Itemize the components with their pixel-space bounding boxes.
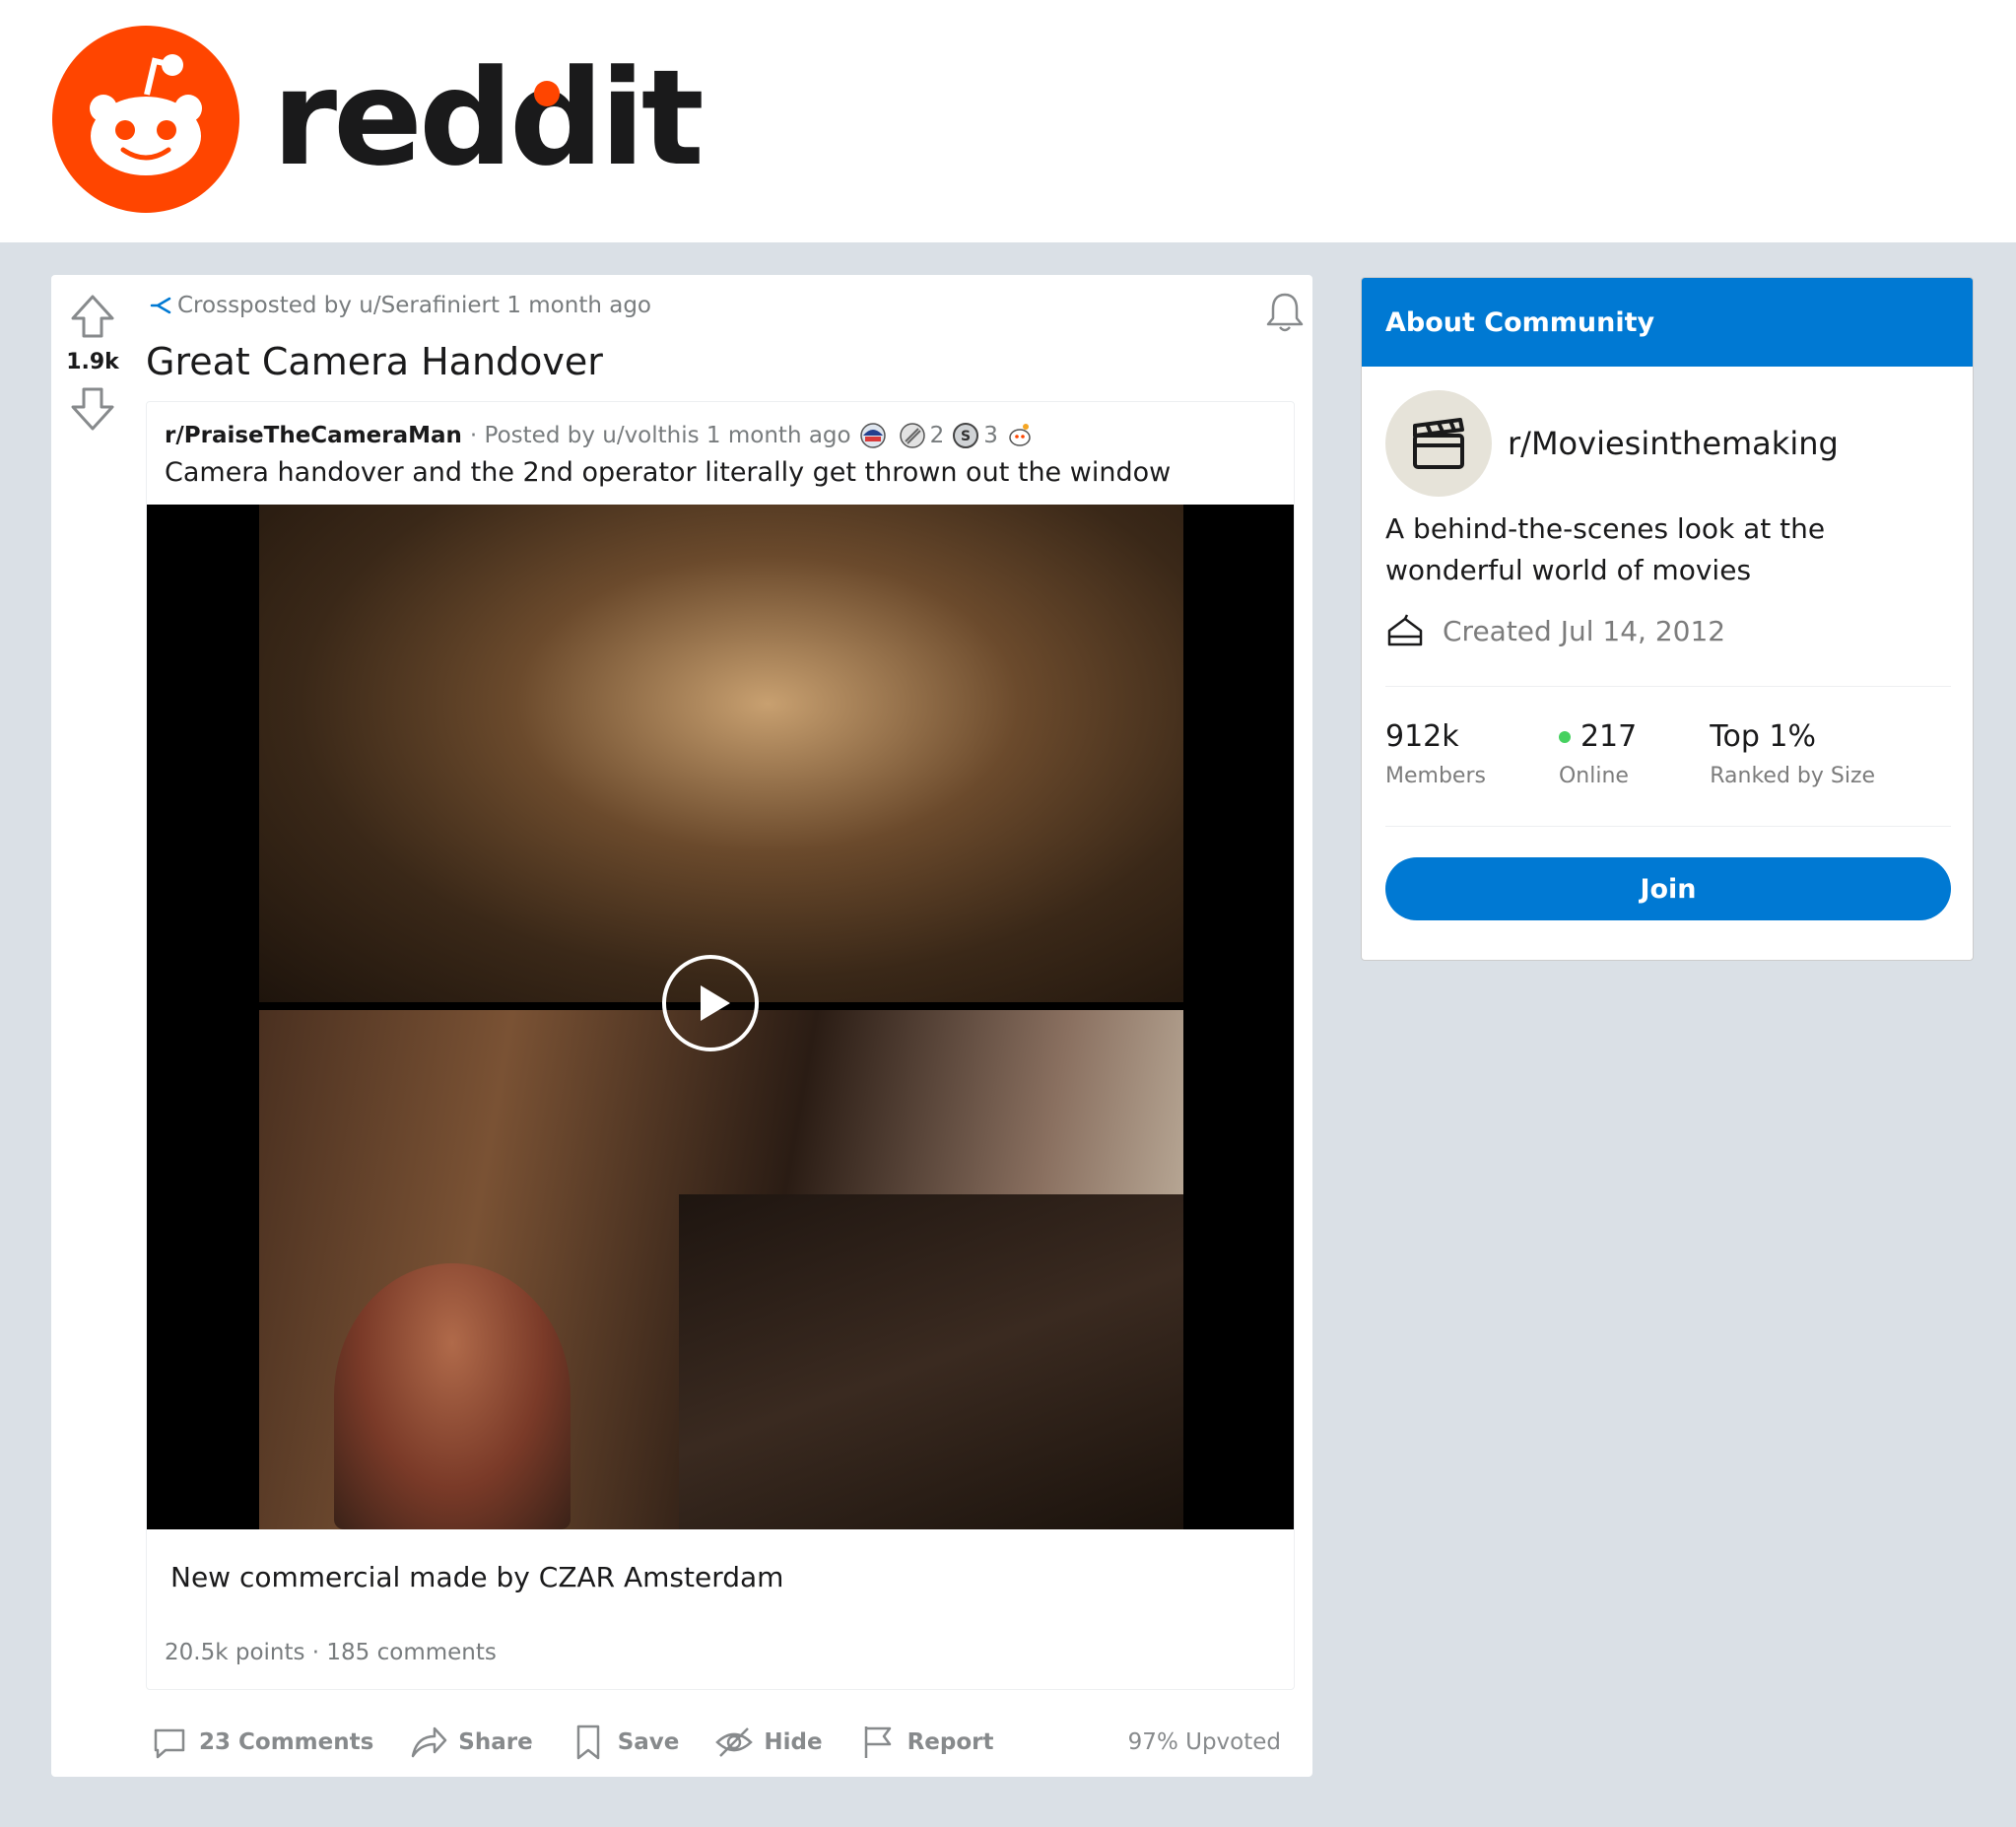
comments-button[interactable]: 23 Comments	[150, 1723, 373, 1762]
reddit-wordmark[interactable]: reddit	[272, 39, 705, 197]
award-helmet[interactable]	[859, 422, 891, 449]
vote-count: 1.9k	[66, 350, 119, 374]
report-button[interactable]: Report	[858, 1723, 994, 1762]
about-community-widget: About Community r/Moviesinthemaking A be…	[1361, 277, 1974, 961]
post-card[interactable]: 1.9k Crossposted by u/Serafiniert 1 mont…	[51, 275, 1312, 1777]
join-button[interactable]: Join	[1385, 857, 1951, 920]
stat-rank: Top 1% Ranked by Size	[1710, 719, 1876, 788]
original-post-stats[interactable]: 20.5k points · 185 comments	[165, 1640, 497, 1665]
comment-icon	[154, 1728, 185, 1759]
video-player[interactable]	[147, 505, 1294, 1529]
crosspost-text[interactable]: Crossposted by u/Serafiniert 1 month ago	[177, 293, 651, 318]
community-description: A behind-the-scenes look at the wonderfu…	[1385, 512, 1826, 586]
play-icon[interactable]	[661, 954, 760, 1052]
video-piano-shape	[679, 1194, 1183, 1529]
original-post-title[interactable]: Camera handover and the 2nd operator lit…	[165, 457, 1171, 488]
crossposted-original-card[interactable]: r/PraiseTheCameraMan · Posted by u/volth…	[146, 401, 1295, 1690]
site-header: reddit	[0, 0, 2016, 242]
bookmark-icon	[576, 1725, 599, 1760]
flag-icon	[864, 1726, 891, 1758]
downvote-arrow-icon[interactable]	[67, 385, 118, 433]
svg-text:S: S	[961, 429, 971, 444]
crosspost-icon	[150, 297, 171, 314]
original-post-meta: r/PraiseTheCameraMan · Posted by u/volth…	[165, 422, 1038, 449]
helmet-award-icon	[859, 423, 886, 448]
hide-button[interactable]: Hide	[714, 1723, 823, 1762]
hide-eye-icon	[715, 1727, 754, 1757]
video-person-shape	[334, 1263, 571, 1529]
save-button[interactable]: Save	[569, 1723, 679, 1762]
community-stats: 912k Members 217 Online Top 1% Ranked by…	[1385, 719, 1948, 788]
reddit-logo-icon[interactable]	[52, 26, 239, 213]
award-snoo[interactable]	[1006, 422, 1038, 449]
upvote-arrow-icon[interactable]	[67, 293, 118, 340]
community-avatar[interactable]	[1385, 390, 1492, 497]
stat-members: 912k Members	[1385, 719, 1486, 788]
post-actions: 23 Comments Share Save Hide Report	[150, 1720, 1030, 1765]
divider	[1385, 826, 1951, 827]
upvote-ratio: 97% Upvoted	[1127, 1729, 1281, 1755]
community-created: Created Jul 14, 2012	[1385, 613, 1725, 648]
clapperboard-icon	[1413, 418, 1464, 469]
community-name[interactable]: r/Moviesinthemaking	[1508, 425, 1839, 462]
community-identity[interactable]: r/Moviesinthemaking	[1385, 390, 1839, 497]
share-button[interactable]: Share	[409, 1723, 533, 1762]
snoo-award-icon	[1009, 424, 1031, 446]
original-post-body: New commercial made by CZAR Amsterdam	[170, 1561, 784, 1593]
online-dot-icon	[1558, 730, 1571, 743]
stat-online: 217 Online	[1558, 719, 1638, 788]
original-subreddit-link[interactable]: r/PraiseTheCameraMan	[165, 423, 462, 448]
post-title[interactable]: Great Camera Handover	[146, 340, 603, 383]
share-icon	[412, 1726, 447, 1758]
notification-bell-icon[interactable]	[1263, 289, 1307, 334]
video-frame-top	[259, 505, 1183, 1002]
award-bandage[interactable]: 2	[899, 422, 944, 449]
crosspost-info: Crossposted by u/Serafiniert 1 month ago	[150, 293, 651, 318]
silver-award-icon: S	[953, 423, 979, 448]
cake-icon	[1387, 614, 1423, 646]
divider	[1385, 686, 1951, 687]
widget-header: About Community	[1362, 278, 1973, 367]
wordmark-dot	[534, 81, 560, 106]
award-silver[interactable]: S 3	[952, 422, 998, 449]
original-posted-by[interactable]: · Posted by u/volthis 1 month ago	[470, 423, 851, 448]
bandage-award-icon	[899, 423, 925, 448]
